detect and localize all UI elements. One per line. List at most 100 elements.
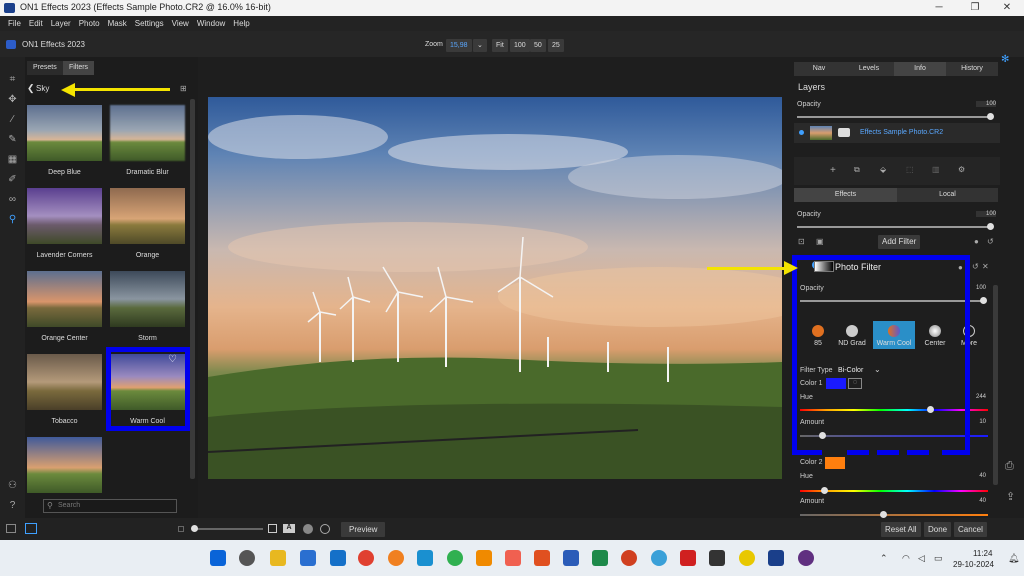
menu-file[interactable]: File: [8, 16, 21, 31]
excel-icon[interactable]: [592, 550, 608, 566]
zoom-100-button[interactable]: 100: [510, 39, 530, 52]
save-preset-icon[interactable]: ⊡: [798, 237, 805, 246]
fill-icon[interactable]: ⬙: [880, 165, 886, 174]
maximize-button[interactable]: ❐: [958, 0, 992, 16]
large-square-icon[interactable]: [268, 524, 277, 533]
overlay-icon[interactable]: [320, 524, 330, 534]
amount2-slider[interactable]: [800, 511, 988, 518]
help-icon[interactable]: ?: [6, 499, 19, 512]
thumb-dramatic-blur[interactable]: Dramatic Blur: [110, 105, 185, 187]
menu-help[interactable]: Help: [233, 16, 249, 31]
panel-toggle-icon[interactable]: [6, 524, 16, 533]
tab-history[interactable]: History: [946, 62, 998, 76]
menu-photo[interactable]: Photo: [79, 16, 100, 31]
layer-name[interactable]: Effects Sample Photo.CR2: [860, 129, 943, 136]
color2-swatch[interactable]: [825, 457, 845, 469]
store-icon[interactable]: [300, 550, 316, 566]
compare-view-icon[interactable]: [25, 523, 37, 534]
vlc-icon[interactable]: [476, 550, 492, 566]
vlc-alt-icon[interactable]: [388, 550, 404, 566]
done-button[interactable]: Done: [924, 522, 952, 537]
reset-all-button[interactable]: Reset All: [881, 522, 921, 537]
clock-time[interactable]: 11:24: [973, 549, 992, 558]
duplicate-icon[interactable]: ⧉: [854, 165, 860, 175]
powerpoint-icon[interactable]: [621, 550, 637, 566]
user-icon[interactable]: ⚇: [6, 479, 19, 492]
outlook-icon[interactable]: [330, 550, 346, 566]
chrome-icon[interactable]: [358, 550, 374, 566]
amount1-value[interactable]: 10: [970, 419, 986, 425]
wifi-icon[interactable]: ◠: [902, 553, 910, 564]
cancel-button[interactable]: Cancel: [954, 522, 987, 537]
thumb-size-slider[interactable]: [191, 525, 263, 532]
settings-gear-icon[interactable]: ✻: [1001, 54, 1009, 65]
tab-filters[interactable]: Filters: [63, 61, 95, 75]
retouch-tool-icon[interactable]: ✐: [6, 173, 19, 186]
app-icon-2[interactable]: [447, 550, 463, 566]
start-icon[interactable]: [210, 550, 226, 566]
zoom-input[interactable]: 15,98: [446, 39, 472, 52]
menu-edit[interactable]: Edit: [29, 16, 43, 31]
filter-opacity-value[interactable]: 100: [970, 285, 986, 291]
layers-opacity-value[interactable]: 100: [976, 101, 996, 107]
tab-local[interactable]: Local: [897, 188, 998, 202]
zoom-dropdown-icon[interactable]: ⌄: [473, 39, 487, 52]
undo-icon[interactable]: ↺: [987, 237, 994, 246]
app-icon-1[interactable]: [417, 550, 433, 566]
tab-presets[interactable]: Presets: [27, 61, 63, 75]
move-tool-icon[interactable]: ✥: [6, 93, 19, 106]
right-scrollbar[interactable]: [993, 285, 998, 485]
zoom-50-button[interactable]: 50: [530, 39, 546, 52]
layer-mask-icon[interactable]: [838, 128, 850, 137]
tab-nav[interactable]: Nav: [794, 62, 844, 76]
tab-levels[interactable]: Levels: [844, 62, 894, 76]
close-button[interactable]: ✕: [990, 0, 1024, 16]
app-icon-5[interactable]: [709, 550, 725, 566]
back-chevron-icon[interactable]: ❮: [27, 83, 35, 94]
amount2-value[interactable]: 40: [970, 498, 986, 504]
layer-row[interactable]: Effects Sample Photo.CR2: [794, 123, 1000, 143]
battery-icon[interactable]: ▭: [934, 553, 943, 564]
zoom-25-button[interactable]: 25: [548, 39, 564, 52]
brush-tool-icon[interactable]: ∕: [6, 113, 19, 126]
effects-opacity-value[interactable]: 100: [976, 211, 996, 217]
hue1-value[interactable]: 244: [970, 394, 986, 400]
on1-taskbar-icon[interactable]: [768, 550, 784, 566]
thumb-orange[interactable]: Orange: [110, 188, 185, 270]
crop-tool-icon[interactable]: ⌗: [6, 73, 19, 86]
layers-opacity-slider[interactable]: [797, 113, 994, 120]
tray-chevron-icon[interactable]: ⌃: [880, 553, 888, 564]
menu-view[interactable]: View: [172, 16, 189, 31]
filter-close-icon[interactable]: ✕: [982, 262, 989, 271]
thumb-orange-center[interactable]: Orange Center: [27, 271, 102, 353]
grid-view-icon[interactable]: ⊞: [180, 84, 187, 93]
gradient-tool-icon[interactable]: ▦: [6, 153, 19, 166]
mask-icon[interactable]: ▣: [816, 237, 824, 246]
hue2-value[interactable]: 40: [970, 473, 986, 479]
refine-tool-icon[interactable]: ∞: [6, 193, 19, 206]
photo-canvas[interactable]: [208, 97, 782, 479]
mask-view-icon[interactable]: [303, 524, 313, 534]
merge-icon[interactable]: ⬚: [906, 165, 914, 174]
minimize-button[interactable]: ─: [922, 0, 956, 16]
menu-window[interactable]: Window: [197, 16, 225, 31]
layer-settings-icon[interactable]: ⚙: [958, 165, 965, 174]
filter-undo-icon[interactable]: ↺: [972, 262, 979, 271]
reset-dot-icon[interactable]: ●: [974, 237, 979, 246]
print-icon[interactable]: ⎙: [1005, 460, 1014, 473]
breadcrumb[interactable]: Sky: [36, 84, 49, 93]
zoom-fit-button[interactable]: Fit: [492, 39, 508, 52]
small-square-icon[interactable]: [178, 526, 184, 532]
volume-icon[interactable]: ◁: [918, 553, 925, 564]
thumb-tobacco[interactable]: Tobacco: [27, 354, 102, 436]
mask-brush-icon[interactable]: ✎: [6, 133, 19, 146]
menu-mask[interactable]: Mask: [108, 16, 127, 31]
thumbs-scrollbar[interactable]: [190, 99, 195, 479]
effects-opacity-slider[interactable]: [797, 223, 994, 230]
add-filter-button[interactable]: Add Filter: [878, 235, 921, 249]
menu-settings[interactable]: Settings: [135, 16, 164, 31]
settings-icon[interactable]: [239, 550, 255, 566]
clock-date[interactable]: 29-10-2024: [953, 560, 994, 569]
text-tool-icon[interactable]: A: [283, 524, 295, 533]
app-icon-6[interactable]: [739, 550, 755, 566]
